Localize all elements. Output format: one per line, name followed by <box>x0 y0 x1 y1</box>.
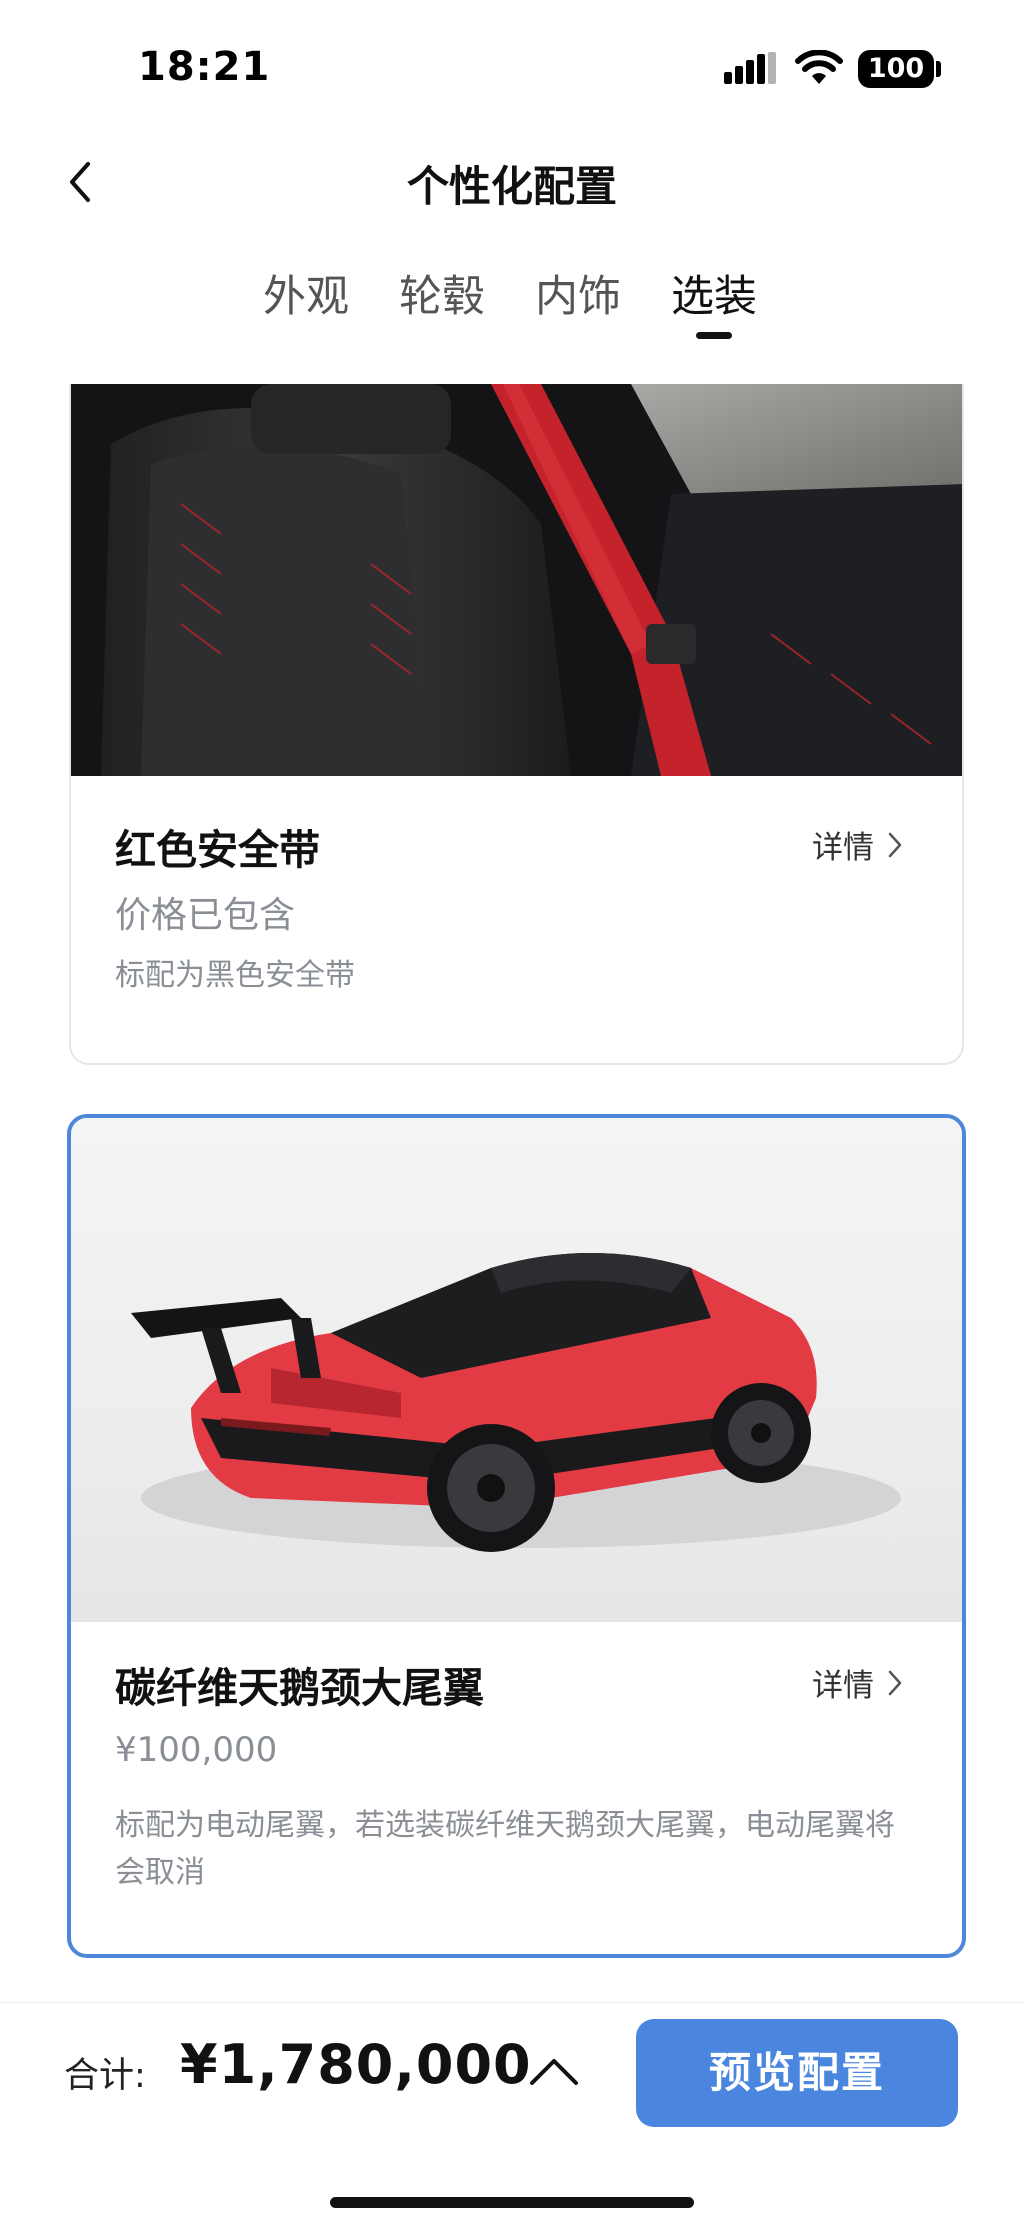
tab-interior[interactable]: 内饰 <box>518 262 638 324</box>
details-link[interactable]: 详情 <box>812 822 902 867</box>
option-note: 标配为黑色安全带 <box>115 958 355 993</box>
details-link[interactable]: 详情 <box>812 1660 902 1705</box>
status-bar: 18:21 100 <box>0 0 1024 130</box>
option-price: 价格已包含 <box>115 895 296 936</box>
tab-wheels[interactable]: 轮毂 <box>382 262 502 324</box>
page-title: 个性化配置 <box>406 162 617 211</box>
details-label: 详情 <box>812 1668 874 1704</box>
expand-summary-button[interactable] <box>524 2049 584 2095</box>
active-tab-indicator <box>696 332 732 339</box>
status-time: 18:21 <box>138 44 271 90</box>
tab-exterior[interactable]: 外观 <box>246 262 366 324</box>
battery-icon: 100 <box>858 50 934 88</box>
bottom-bar: 合计: ¥1,780,000 预览配置 <box>0 2002 1024 2220</box>
option-name: 碳纤维天鹅颈大尾翼 <box>115 1664 484 1712</box>
battery-tip <box>936 61 941 77</box>
chevron-right-icon <box>888 1670 902 1695</box>
option-price: ¥100,000 <box>115 1730 278 1770</box>
home-indicator <box>330 2197 694 2208</box>
details-label: 详情 <box>812 830 874 866</box>
tab-options[interactable]: 选装 <box>654 262 774 324</box>
chevron-right-icon <box>888 832 902 857</box>
wifi-icon <box>795 50 843 84</box>
red-seatbelt-image <box>71 384 962 776</box>
option-card-carbon-wing[interactable]: 碳纤维天鹅颈大尾翼 ¥100,000 标配为电动尾翼，若选装碳纤维天鹅颈大尾翼，… <box>67 1114 966 1958</box>
signal-icon <box>724 52 776 84</box>
option-name: 红色安全带 <box>115 826 320 874</box>
option-note: 标配为电动尾翼，若选装碳纤维天鹅颈大尾翼，电动尾翼将会取消 <box>115 1808 895 1890</box>
total-amount: ¥1,780,000 <box>180 2033 532 2096</box>
tab-bar: 外观 轮毂 内饰 选装 <box>0 262 1024 342</box>
chevron-up-icon <box>530 2059 578 2085</box>
carbon-wing-car-image <box>71 1118 962 1622</box>
option-card-red-seatbelt[interactable]: 红色安全带 价格已包含 标配为黑色安全带 详情 <box>69 384 964 1065</box>
preview-config-button[interactable]: 预览配置 <box>636 2019 958 2127</box>
total-label: 合计: <box>64 2056 146 2096</box>
